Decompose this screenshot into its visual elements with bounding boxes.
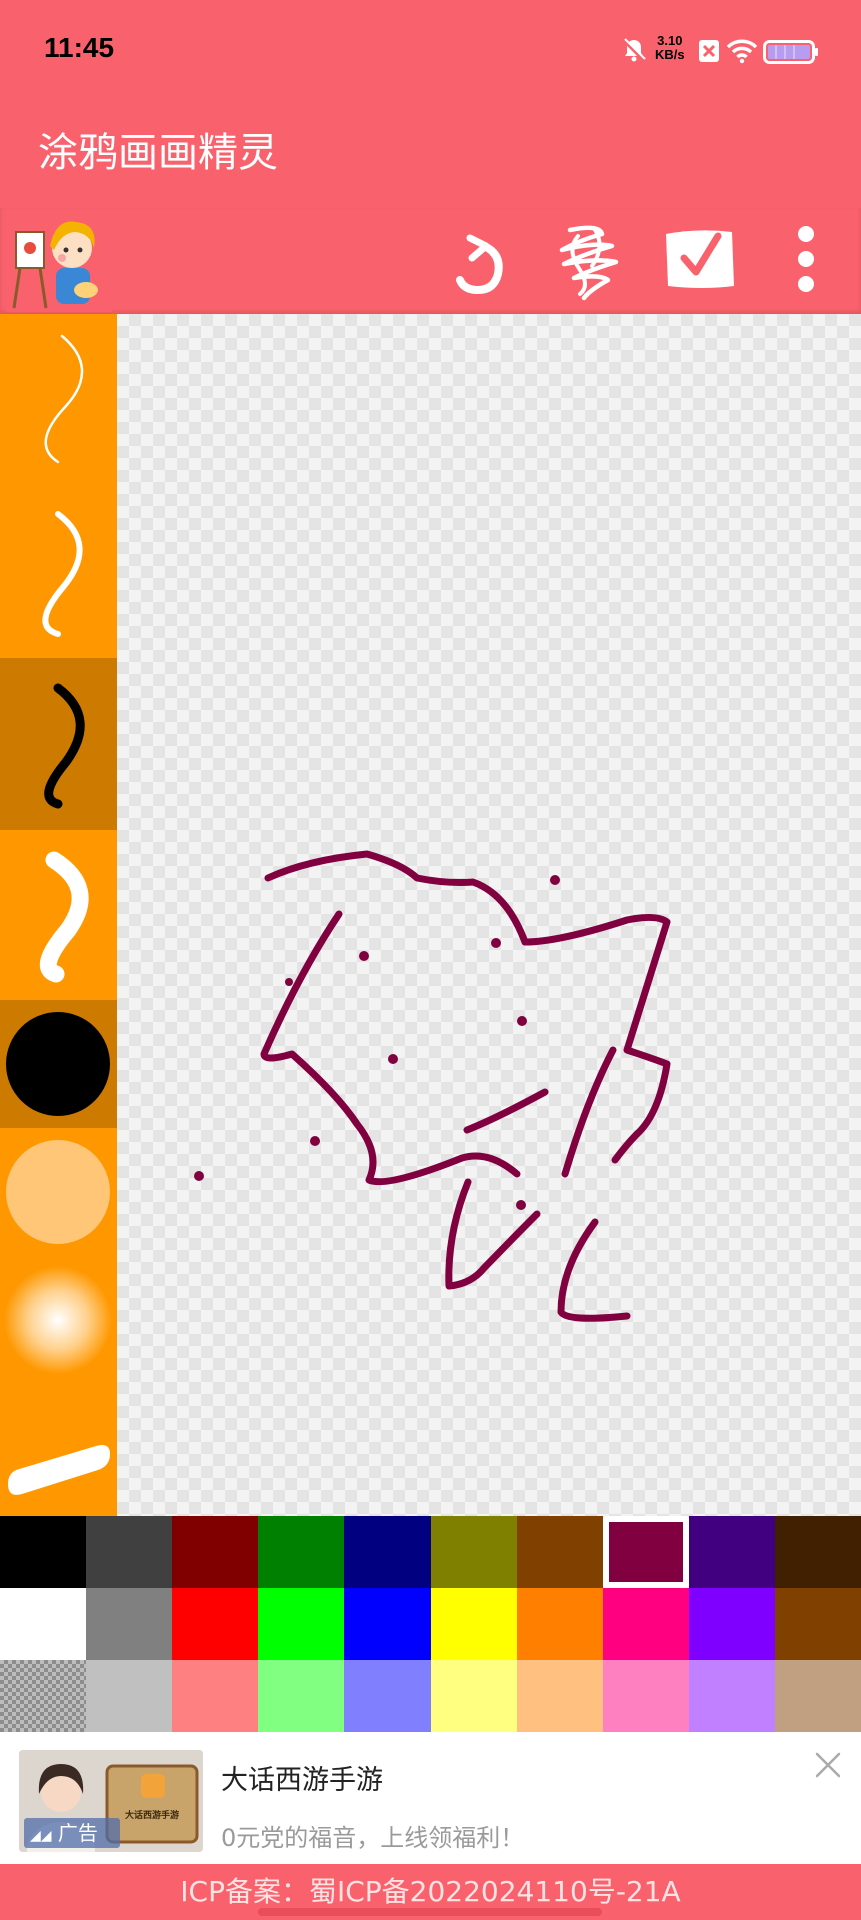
color-swatch[interactable] <box>172 1588 259 1660</box>
color-swatch[interactable] <box>0 1516 87 1588</box>
color-swatch[interactable] <box>602 1588 690 1660</box>
stroke-left-loop <box>260 910 521 1186</box>
bell-off-icon <box>622 38 646 62</box>
color-swatch[interactable] <box>516 1588 604 1660</box>
ad-badge: ◢◢ 广告 <box>24 1818 120 1848</box>
wifi-icon <box>726 39 758 64</box>
color-swatch[interactable] <box>430 1516 518 1588</box>
color-swatch[interactable] <box>688 1660 776 1732</box>
color-swatch[interactable] <box>602 1516 690 1588</box>
color-swatch[interactable] <box>516 1516 604 1588</box>
color-swatch[interactable] <box>430 1588 518 1660</box>
ad-close-icon[interactable] <box>813 1750 843 1780</box>
ad-badge-label: 广告 <box>57 1821 98 1845</box>
color-swatch[interactable] <box>430 1660 518 1732</box>
check-save-icon[interactable] <box>662 226 736 292</box>
black-line-brush[interactable] <box>0 658 117 830</box>
stroke-dot <box>491 938 501 948</box>
mascot-logo[interactable] <box>6 210 112 312</box>
color-swatch[interactable] <box>258 1588 345 1660</box>
thick-line-brush[interactable] <box>0 830 117 1000</box>
close-box-icon <box>699 40 719 62</box>
color-swatch[interactable] <box>516 1660 604 1732</box>
soft-glow-brush[interactable] <box>0 1256 117 1384</box>
battery-icon <box>763 40 818 64</box>
color-swatch[interactable] <box>258 1516 345 1588</box>
stroke-outline <box>264 850 671 1164</box>
stroke-dot <box>516 1200 526 1210</box>
status-time: 11:45 <box>44 32 115 63</box>
color-swatch[interactable] <box>344 1516 431 1588</box>
color-swatch[interactable] <box>602 1660 690 1732</box>
color-swatch[interactable] <box>688 1516 776 1588</box>
stroke-mid <box>445 1178 541 1290</box>
color-swatch[interactable] <box>172 1516 259 1588</box>
black-circle-brush[interactable] <box>0 1000 117 1128</box>
color-swatch[interactable] <box>258 1660 345 1732</box>
color-swatch[interactable] <box>774 1516 861 1588</box>
color-palette <box>0 1516 861 1732</box>
gesture-bar <box>258 1908 602 1916</box>
stroke-dot <box>310 1136 320 1146</box>
color-swatch[interactable] <box>86 1516 173 1588</box>
color-swatch[interactable] <box>344 1660 431 1732</box>
stroke-right <box>561 1046 617 1178</box>
stroke-dot <box>194 1171 204 1181</box>
ad-title[interactable]: 大话西游手游 <box>221 1758 383 1797</box>
stroke-dot <box>388 1054 398 1064</box>
net-speed-value: 3.10 <box>657 33 683 48</box>
color-swatch[interactable] <box>688 1588 776 1660</box>
eraser-bar-brush[interactable] <box>0 1384 117 1516</box>
color-swatch[interactable] <box>0 1660 87 1732</box>
stroke-tail <box>557 1218 631 1322</box>
thin-line-brush[interactable] <box>0 314 117 486</box>
medium-line-brush[interactable] <box>0 486 117 658</box>
color-swatch[interactable] <box>86 1588 173 1660</box>
drawing-strokes <box>194 850 671 1322</box>
more-vert-icon[interactable] <box>790 224 822 294</box>
undo-icon[interactable] <box>450 228 512 298</box>
app-title: 涂鸦画画精灵 <box>38 130 278 176</box>
ad-logo-icon: ◢◢ <box>30 1828 52 1844</box>
color-swatch[interactable] <box>0 1588 87 1660</box>
net-speed-unit: KB/s <box>655 47 685 62</box>
color-swatch[interactable] <box>172 1660 259 1732</box>
light-orange-circle-brush[interactable] <box>0 1128 117 1256</box>
color-swatch[interactable] <box>344 1588 431 1660</box>
stroke-dot <box>359 951 369 961</box>
stroke-small <box>463 1088 549 1134</box>
ad-thumbnail-caption: 大话西游手游 <box>124 1811 179 1821</box>
color-swatch[interactable] <box>774 1588 861 1660</box>
color-swatch[interactable] <box>86 1660 173 1732</box>
net-speed: 3.10 KB/s <box>655 34 685 62</box>
scribble-clear-icon[interactable] <box>550 220 628 304</box>
ad-subtitle[interactable]: 0元党的福音，上线领福利！ <box>221 1818 524 1853</box>
stroke-dot <box>285 978 293 986</box>
color-swatch[interactable] <box>774 1660 861 1732</box>
stroke-dot <box>517 1016 527 1026</box>
stroke-dot <box>550 875 560 885</box>
